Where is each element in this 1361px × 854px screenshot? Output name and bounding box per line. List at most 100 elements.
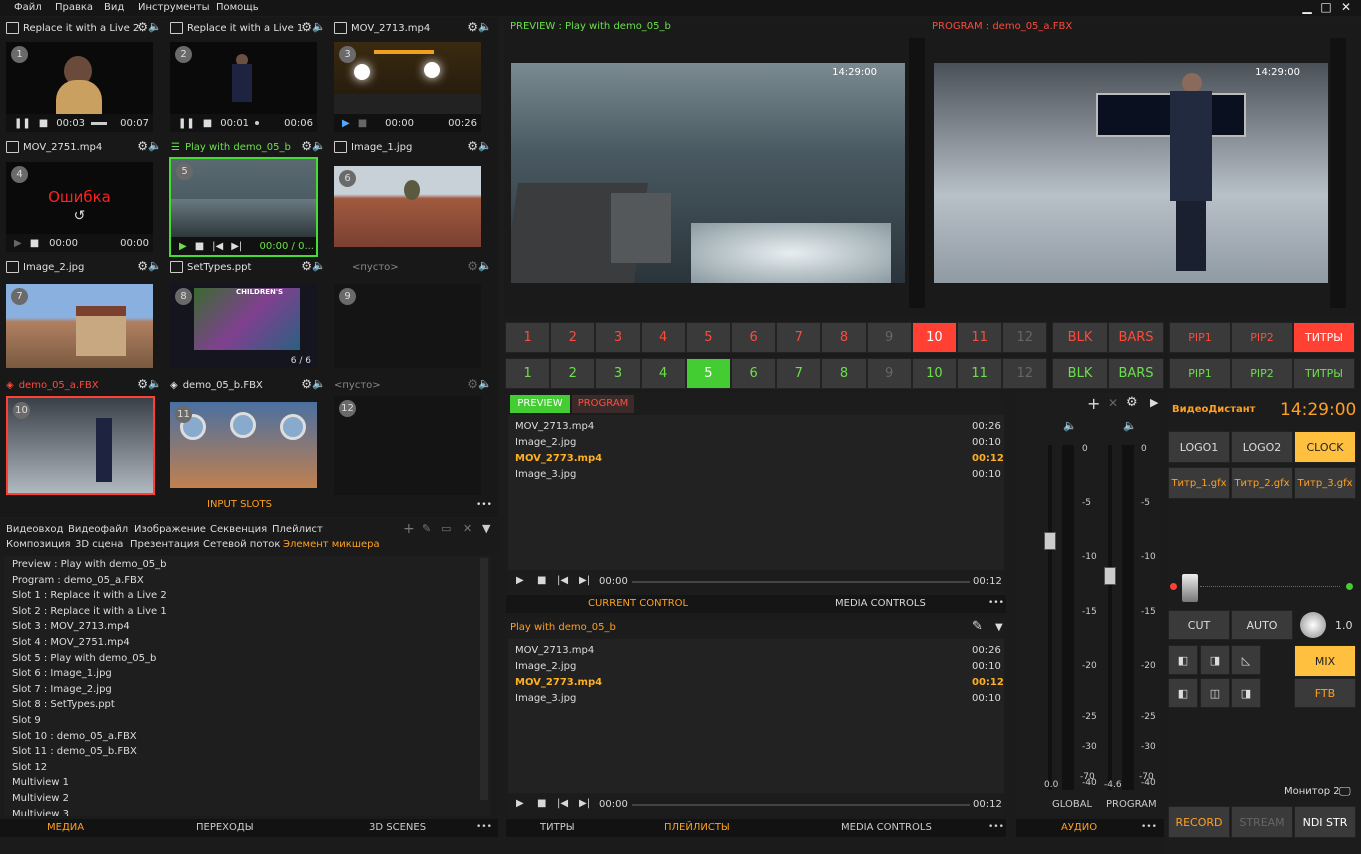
- preview-input-button[interactable]: 7: [776, 358, 822, 389]
- seek-bar[interactable]: [632, 581, 970, 583]
- program-pip2-button[interactable]: PIP2: [1231, 322, 1293, 353]
- tab-current-control[interactable]: CURRENT CONTROL: [588, 598, 688, 609]
- mix-button[interactable]: MIX: [1294, 645, 1356, 677]
- chevron-right-icon[interactable]: ▶: [1150, 396, 1158, 409]
- menu-help[interactable]: Помощь: [216, 2, 259, 13]
- tab-playlists[interactable]: ПЛЕЙЛИСТЫ: [664, 822, 730, 833]
- slot-thumb-6[interactable]: 6: [334, 166, 481, 247]
- stop-icon[interactable]: ■: [537, 798, 546, 809]
- preview-input-button[interactable]: 4: [640, 358, 686, 389]
- chevron-down-icon[interactable]: ▼: [995, 622, 1003, 633]
- split-icon[interactable]: ◫: [1200, 678, 1230, 708]
- slot-thumb-3[interactable]: 3 ▶ ■ 00:00 00:26: [334, 42, 481, 132]
- stop-icon[interactable]: ■: [203, 118, 212, 129]
- stop-icon[interactable]: ■: [537, 575, 546, 586]
- delete-icon[interactable]: ✕: [463, 522, 472, 535]
- next-icon[interactable]: ▶|: [579, 575, 590, 586]
- slot-thumb-5[interactable]: 5 ▶ ■ |◀ ▶| 00:00 / 0...: [169, 157, 318, 257]
- preview-input-button[interactable]: 12: [1002, 358, 1048, 389]
- play-icon[interactable]: ▶: [516, 798, 524, 809]
- record-button[interactable]: RECORD: [1168, 806, 1230, 838]
- stop-icon[interactable]: ■: [39, 118, 48, 129]
- menu-edit[interactable]: Правка: [55, 2, 93, 13]
- tab-transitions[interactable]: ПЕРЕХОДЫ: [196, 822, 254, 833]
- slot-thumb-1[interactable]: 1 ❚❚ ■ 00:03 00:07: [6, 42, 153, 132]
- speaker-icon[interactable]: 🔈: [148, 377, 162, 390]
- tab-playlist[interactable]: Плейлист: [272, 524, 323, 535]
- tab-mixer-element[interactable]: Элемент микшера: [283, 539, 380, 550]
- mixer-element-item[interactable]: Slot 5 : Play with demo_05_b: [12, 653, 156, 664]
- tab-program[interactable]: PROGRAM: [572, 395, 634, 413]
- speaker-icon[interactable]: 🔈: [1123, 419, 1137, 432]
- chevron-down-icon[interactable]: ▼: [482, 522, 490, 535]
- program-input-button[interactable]: 1: [505, 322, 551, 353]
- mixer-element-item[interactable]: Slot 4 : MOV_2751.mp4: [12, 637, 130, 648]
- preview-input-button[interactable]: 8: [821, 358, 867, 389]
- program-monitor[interactable]: 14:29:00: [934, 63, 1328, 283]
- playlist-item[interactable]: Image_2.jpg: [515, 661, 576, 672]
- tab-audio[interactable]: АУДИО: [1061, 822, 1097, 833]
- gear-icon[interactable]: ⚙: [137, 20, 148, 34]
- gear-icon[interactable]: ⚙: [467, 139, 478, 153]
- speaker-icon[interactable]: 🔈: [312, 139, 326, 152]
- playlist-item[interactable]: Image_3.jpg: [515, 693, 576, 704]
- menu-tools[interactable]: Инструменты: [138, 2, 210, 13]
- speaker-icon[interactable]: 🔈: [478, 20, 492, 33]
- stop-icon[interactable]: ■: [358, 118, 367, 129]
- speaker-icon[interactable]: 🔈: [1063, 419, 1077, 432]
- mixer-element-item[interactable]: Slot 10 : demo_05_a.FBX: [12, 731, 137, 742]
- program-input-button[interactable]: 12: [1002, 322, 1048, 353]
- stream-button[interactable]: STREAM: [1231, 806, 1293, 838]
- playlist-item[interactable]: Image_2.jpg: [515, 437, 576, 448]
- more-button[interactable]: •••: [476, 500, 492, 510]
- tbar-track[interactable]: [1200, 586, 1340, 587]
- pause-icon[interactable]: ❚❚: [178, 118, 195, 129]
- rename-icon[interactable]: ▭: [441, 522, 451, 535]
- global-fader-track[interactable]: [1048, 445, 1052, 790]
- prev-icon[interactable]: |◀: [557, 575, 568, 586]
- title3-button[interactable]: Титр_3.gfx: [1294, 467, 1356, 499]
- auto-button[interactable]: AUTO: [1231, 610, 1293, 640]
- program-pip1-button[interactable]: PIP1: [1169, 322, 1231, 353]
- edit-icon[interactable]: ✎: [972, 619, 983, 634]
- preview-titles-button[interactable]: ТИТРЫ: [1293, 358, 1355, 389]
- more-button[interactable]: •••: [476, 822, 492, 832]
- mixer-element-item[interactable]: Preview : Play with demo_05_b: [12, 559, 167, 570]
- tab-media[interactable]: МЕДИА: [47, 822, 84, 833]
- gear-icon[interactable]: ⚙: [301, 20, 312, 34]
- title2-button[interactable]: Титр_2.gfx: [1231, 467, 1293, 499]
- program-input-button[interactable]: 6: [731, 322, 777, 353]
- gear-icon[interactable]: ⚙: [137, 139, 148, 153]
- gear-icon[interactable]: ⚙: [467, 377, 478, 391]
- speaker-icon[interactable]: 🔈: [148, 259, 162, 272]
- program-blk-button[interactable]: BLK: [1052, 322, 1108, 353]
- add-icon[interactable]: +: [1087, 394, 1100, 413]
- gear-icon[interactable]: ⚙: [301, 377, 312, 391]
- stop-icon[interactable]: ■: [195, 241, 204, 252]
- tab-3d-scenes[interactable]: 3D SCENES: [369, 822, 426, 833]
- mixer-element-item[interactable]: Slot 9: [12, 715, 41, 726]
- tab-preview[interactable]: PREVIEW: [510, 395, 570, 413]
- speaker-icon[interactable]: 🔈: [312, 20, 326, 33]
- mixer-element-item[interactable]: Slot 12: [12, 762, 47, 773]
- speaker-icon[interactable]: 🔈: [478, 139, 492, 152]
- ndi-stream-button[interactable]: NDI STR: [1294, 806, 1356, 838]
- more-button[interactable]: •••: [1141, 822, 1157, 832]
- clock-button[interactable]: CLOCK: [1294, 431, 1356, 463]
- preview-input-button[interactable]: 11: [957, 358, 1003, 389]
- play-icon[interactable]: ▶: [342, 118, 350, 129]
- push-right-icon[interactable]: ◨: [1231, 678, 1261, 708]
- program-input-button[interactable]: 5: [685, 322, 731, 353]
- preview-pip1-button[interactable]: PIP1: [1169, 358, 1231, 389]
- push-left-icon[interactable]: ◧: [1168, 678, 1198, 708]
- preview-input-button[interactable]: 1: [505, 358, 551, 389]
- preview-input-button[interactable]: 5: [685, 358, 731, 389]
- tab-presentation[interactable]: Презентация: [130, 539, 199, 550]
- pause-icon[interactable]: ❚❚: [14, 118, 31, 129]
- tab-media-controls[interactable]: MEDIA CONTROLS: [841, 822, 932, 833]
- stop-icon[interactable]: ■: [30, 238, 39, 249]
- reload-icon[interactable]: ↺: [6, 208, 153, 224]
- slot-thumb-8[interactable]: 8 CHILDREN'S 6 / 6: [170, 284, 317, 368]
- tab-video-input[interactable]: Видеовход: [6, 524, 63, 535]
- mixer-element-item[interactable]: Slot 3 : MOV_2713.mp4: [12, 621, 130, 632]
